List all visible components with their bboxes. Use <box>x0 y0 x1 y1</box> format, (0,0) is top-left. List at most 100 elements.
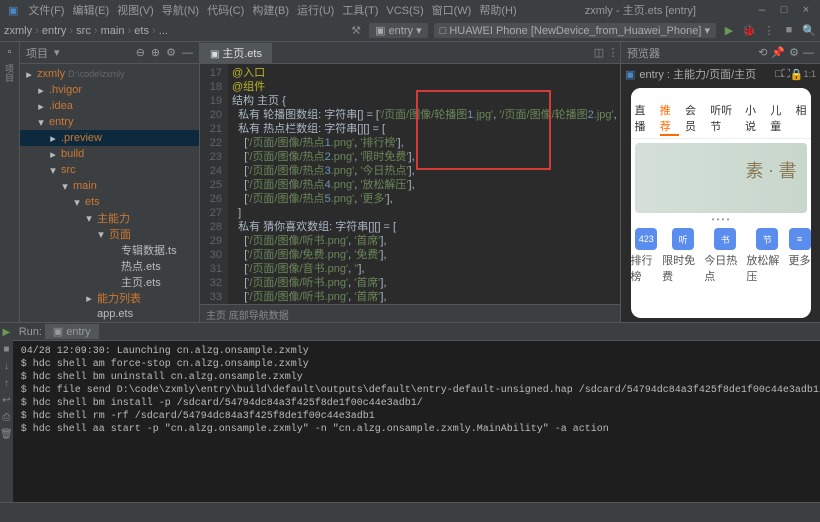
tree-node[interactable]: 主页.ets <box>20 274 199 290</box>
menu-item[interactable]: 代码(C) <box>207 5 244 17</box>
run-label: Run: <box>19 326 42 338</box>
tree-node[interactable]: 热点.ets <box>20 258 199 274</box>
status-bar <box>0 502 820 522</box>
menu-item[interactable]: 视图(V) <box>117 5 154 17</box>
device-icon[interactable]: □ <box>775 68 782 80</box>
preview-tab[interactable]: 直播 <box>635 102 654 136</box>
tree-node[interactable]: ▸.preview <box>20 130 199 146</box>
refresh-icon[interactable]: ⟲ <box>758 46 767 59</box>
tree-node[interactable]: ▸.hvigor <box>20 82 199 98</box>
preview-panel: 预览器 ⟲ 📌 ⚙ — ▣ entry : 主能力/页面/主页 □ ⛶ 🔒 1:… <box>620 42 820 322</box>
project-tab-icon[interactable]: ▫ <box>8 46 12 58</box>
gear-icon[interactable]: ⚙ <box>789 46 799 59</box>
preview-path: ▣ entry : 主能力/页面/主页 □ ⛶ 🔒 1:1 <box>621 64 820 84</box>
tree-node[interactable]: ▾entry <box>20 114 199 130</box>
tree-node[interactable]: ▾main <box>20 178 199 194</box>
hammer-icon[interactable]: ⚒ <box>349 24 363 38</box>
search-icon[interactable]: 🔍 <box>802 24 816 38</box>
breadcrumb-item[interactable]: src <box>76 25 91 37</box>
left-tool-strip: ▫ 项目 <box>0 42 20 322</box>
breadcrumb-item[interactable]: zxmly <box>4 25 32 37</box>
device-preview: 直播推荐会员听听节小说儿童相 素 · 書 • • • • 423排行榜听限时免费… <box>631 88 811 318</box>
more-icon[interactable]: ⋮ <box>762 24 776 38</box>
tree-node[interactable]: 专辑数据.ts <box>20 242 199 258</box>
grid-item[interactable]: 听限时免费 <box>662 228 704 284</box>
ability-icon: ▣ <box>625 68 635 81</box>
preview-tab[interactable]: 相 <box>796 102 807 136</box>
stop-icon[interactable]: ■ <box>782 24 796 38</box>
tree-node[interactable]: ▾页面 <box>20 226 199 242</box>
debug-icon[interactable]: 🐞 <box>742 24 756 38</box>
grid-item[interactable]: 节放松解压 <box>746 228 788 284</box>
editor-tab[interactable]: ▣ 主页.ets <box>200 43 273 63</box>
nav-bar: zxmly › entry › src › main › ets › ... ⚒… <box>0 20 820 42</box>
menu-item[interactable]: VCS(S) <box>386 5 423 17</box>
preview-title: 预览器 <box>627 45 660 61</box>
editor-breadcrumb[interactable]: 主页 底部导航数据 <box>200 304 620 322</box>
preview-tab[interactable]: 儿童 <box>770 102 789 136</box>
editor-tabs: ▣ 主页.ets ◫ ⋮ <box>200 42 620 64</box>
tree-node[interactable]: ▾主能力 <box>20 210 199 226</box>
stop-icon[interactable]: ■ <box>3 344 9 355</box>
project-vtab[interactable]: 项目 <box>3 64 16 82</box>
breadcrumb-item[interactable]: ets <box>134 25 149 37</box>
device-dropdown[interactable]: □ HUAWEI Phone [NewDevice_from_Huawei_Ph… <box>434 23 716 38</box>
grid-item[interactable]: ≡更多 <box>789 228 811 284</box>
sidebar-title: 项目 <box>26 45 48 61</box>
down-icon[interactable]: ↓ <box>4 361 9 372</box>
run-tab[interactable]: ▣ entry <box>45 324 99 339</box>
breadcrumb-item[interactable]: ... <box>159 25 168 37</box>
preview-tab[interactable]: 会员 <box>685 102 704 136</box>
menu-item[interactable]: 构建(B) <box>252 5 289 17</box>
tree-node[interactable]: ▸build <box>20 146 199 162</box>
menu-item[interactable]: 帮助(H) <box>479 5 516 17</box>
lock-icon[interactable]: 🔒 <box>790 68 804 81</box>
run-icon[interactable]: ▶ <box>722 24 736 38</box>
up-icon[interactable]: ↑ <box>4 378 9 389</box>
close-icon[interactable]: × <box>800 4 812 16</box>
target-icon[interactable]: ⊕ <box>151 46 160 59</box>
menu-item[interactable]: 窗口(W) <box>432 5 472 17</box>
split-icon[interactable]: ◫ <box>592 46 606 59</box>
gear-icon[interactable]: ⚙ <box>166 46 176 59</box>
minimize-icon[interactable]: – <box>756 4 768 16</box>
app-icon: ▣ <box>8 4 18 17</box>
trash-icon[interactable]: 🗑 <box>0 429 13 440</box>
rerun-icon[interactable]: ▶ <box>3 327 11 338</box>
tree-node[interactable]: ▾src <box>20 162 199 178</box>
menu-item[interactable]: 导航(N) <box>162 5 199 17</box>
run-config-dropdown[interactable]: ▣ entry ▾ <box>369 23 428 38</box>
project-sidebar: 项目 ▾ ⊖ ⊕ ⚙ — ▸zxmly D:\code\zxmly▸.hvigo… <box>20 42 200 322</box>
grid-item[interactable]: 423排行榜 <box>631 228 663 284</box>
preview-tab[interactable]: 听听节 <box>710 102 739 136</box>
maximize-icon[interactable]: □ <box>778 4 790 16</box>
print-icon[interactable]: ⎙ <box>2 412 10 423</box>
tree-node[interactable]: ▸zxmly D:\code\zxmly <box>20 66 199 82</box>
tree-node[interactable]: ▸.idea <box>20 98 199 114</box>
breadcrumb-item[interactable]: main <box>101 25 125 37</box>
expand-icon[interactable]: ⛶ <box>782 68 790 81</box>
console-output[interactable]: 04/28 12:09:30: Launching cn.alzg.onsamp… <box>13 341 820 502</box>
tree-node[interactable]: ▾ets <box>20 194 199 210</box>
pin-icon[interactable]: 📌 <box>771 46 785 59</box>
breadcrumb-item[interactable]: entry <box>42 25 66 37</box>
grid-item[interactable]: 书今日热点 <box>704 228 746 284</box>
tree-node[interactable]: ▸能力列表 <box>20 290 199 306</box>
menu-item[interactable]: 工具(T) <box>342 5 378 17</box>
code-editor[interactable]: 1718192021222324252627282930313233343536… <box>200 64 620 304</box>
preview-tab[interactable]: 小说 <box>745 102 764 136</box>
tree-node[interactable]: app.ets <box>20 306 199 322</box>
menu-item[interactable]: 文件(F) <box>28 5 64 17</box>
more-tabs-icon[interactable]: ⋮ <box>606 46 620 59</box>
project-tree[interactable]: ▸zxmly D:\code\zxmly▸.hvigor▸.idea▾entry… <box>20 64 199 322</box>
menu-item[interactable]: 编辑(E) <box>72 5 109 17</box>
run-panel: ▶ ■ ↓ ↑ ↩ ⎙ 🗑 Run: ▣ entry ⚙ — 04/28 12:… <box>0 322 820 502</box>
collapse-icon[interactable]: ⊖ <box>136 46 145 59</box>
window-title: zxmly - 主页.ets [entry] <box>585 2 696 18</box>
menu-bar: ▣ 文件(F) 编辑(E) 视图(V) 导航(N) 代码(C) 构建(B) 运行(U) 工具(… <box>0 0 820 20</box>
hide-icon[interactable]: — <box>803 47 814 59</box>
menu-item[interactable]: 运行(U) <box>297 5 334 17</box>
wrap-icon[interactable]: ↩ <box>2 395 10 406</box>
preview-tab[interactable]: 推荐 <box>660 102 679 136</box>
hide-icon[interactable]: — <box>182 47 193 59</box>
